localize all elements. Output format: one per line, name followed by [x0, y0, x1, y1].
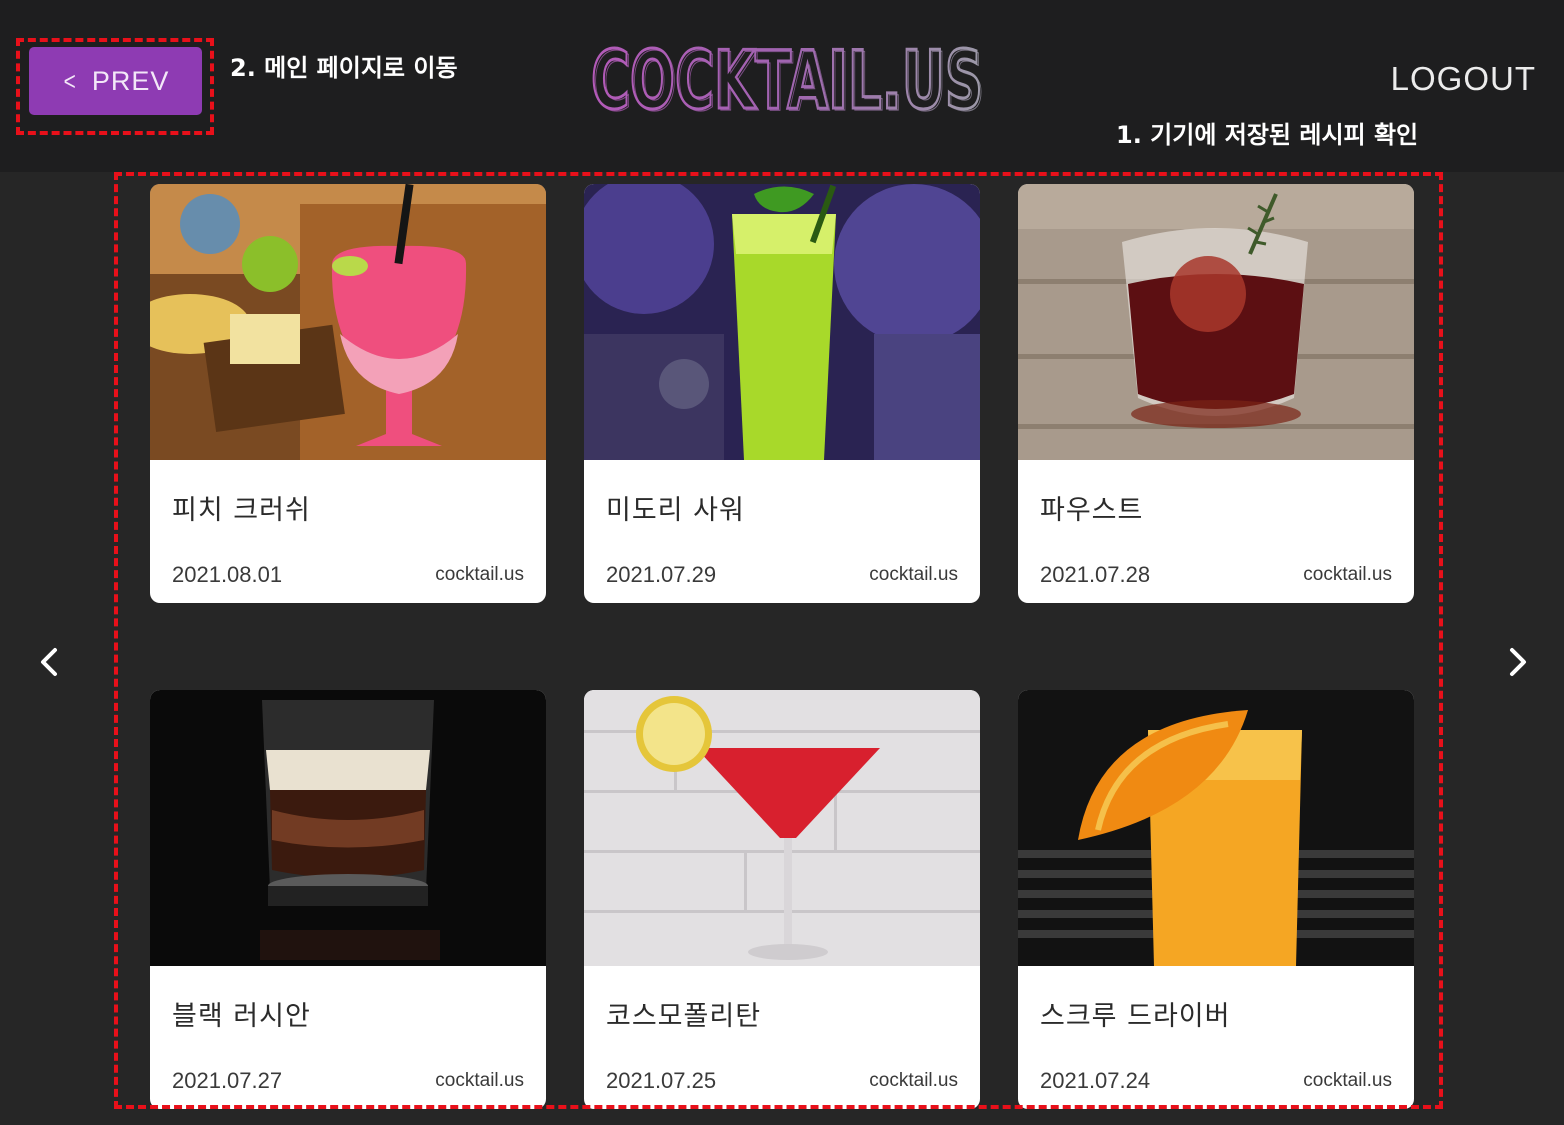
prev-annotation-box — [16, 38, 214, 135]
grid-annotation-box — [114, 172, 1443, 1109]
svg-text:COCKTAIL.US: COCKTAIL.US — [593, 36, 985, 120]
chevron-left-icon[interactable] — [28, 640, 72, 684]
grid-annotation-note: 1. 기기에 저장된 레시피 확인 — [1116, 121, 1419, 149]
logo: COCKTAIL.US COCKTAIL.US — [590, 36, 986, 120]
prev-annotation-note: 2. 메인 페이지로 이동 — [230, 54, 458, 82]
chevron-right-icon[interactable] — [1495, 640, 1539, 684]
logout-button[interactable]: LOGOUT — [1391, 60, 1536, 98]
